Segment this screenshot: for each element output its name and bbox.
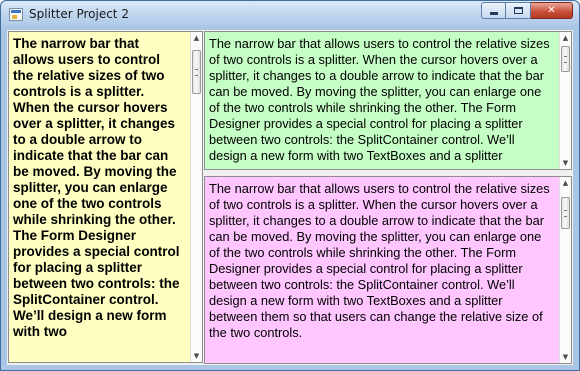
scroll-down-arrow-icon[interactable]: ▼	[191, 350, 202, 362]
window-title: Splitter Project 2	[29, 7, 129, 21]
left-textbox-text: The narrow bar that allows users to cont…	[13, 36, 180, 339]
scroll-up-arrow-icon[interactable]: ▲	[191, 32, 202, 44]
app-window: Splitter Project 2 ✕ The narrow bar that…	[0, 0, 580, 371]
left-vertical-scrollbar[interactable]: ▲ ▼	[190, 32, 202, 362]
form-app-icon[interactable]	[9, 8, 23, 21]
scroll-thumb[interactable]	[192, 50, 201, 94]
minimize-button[interactable]	[481, 2, 506, 19]
bottom-right-textbox-text: The narrow bar that allows users to cont…	[209, 181, 550, 340]
scroll-up-arrow-icon[interactable]: ▲	[560, 177, 571, 189]
scroll-thumb[interactable]	[561, 46, 570, 72]
top-right-textbox-text: The narrow bar that allows users to cont…	[209, 36, 550, 163]
scroll-thumb[interactable]	[561, 197, 570, 229]
scroll-down-arrow-icon[interactable]: ▼	[560, 351, 571, 363]
close-button[interactable]: ✕	[531, 2, 573, 19]
minimize-icon	[489, 12, 498, 15]
caption-buttons: ✕	[481, 2, 573, 20]
bottom-right-vertical-scrollbar[interactable]: ▲ ▼	[559, 177, 571, 363]
top-right-textbox[interactable]: The narrow bar that allows users to cont…	[204, 31, 572, 170]
split-container: The narrow bar that allows users to cont…	[7, 30, 573, 365]
maximize-icon	[513, 7, 523, 14]
scroll-down-arrow-icon[interactable]: ▼	[560, 157, 571, 169]
top-right-vertical-scrollbar[interactable]: ▲ ▼	[559, 32, 571, 169]
left-textbox[interactable]: The narrow bar that allows users to cont…	[8, 31, 203, 363]
scroll-up-arrow-icon[interactable]: ▲	[560, 32, 571, 44]
close-icon: ✕	[547, 5, 556, 16]
title-bar[interactable]: Splitter Project 2 ✕	[1, 1, 579, 29]
bottom-right-textbox[interactable]: The narrow bar that allows users to cont…	[204, 176, 572, 364]
maximize-button[interactable]	[506, 2, 531, 19]
